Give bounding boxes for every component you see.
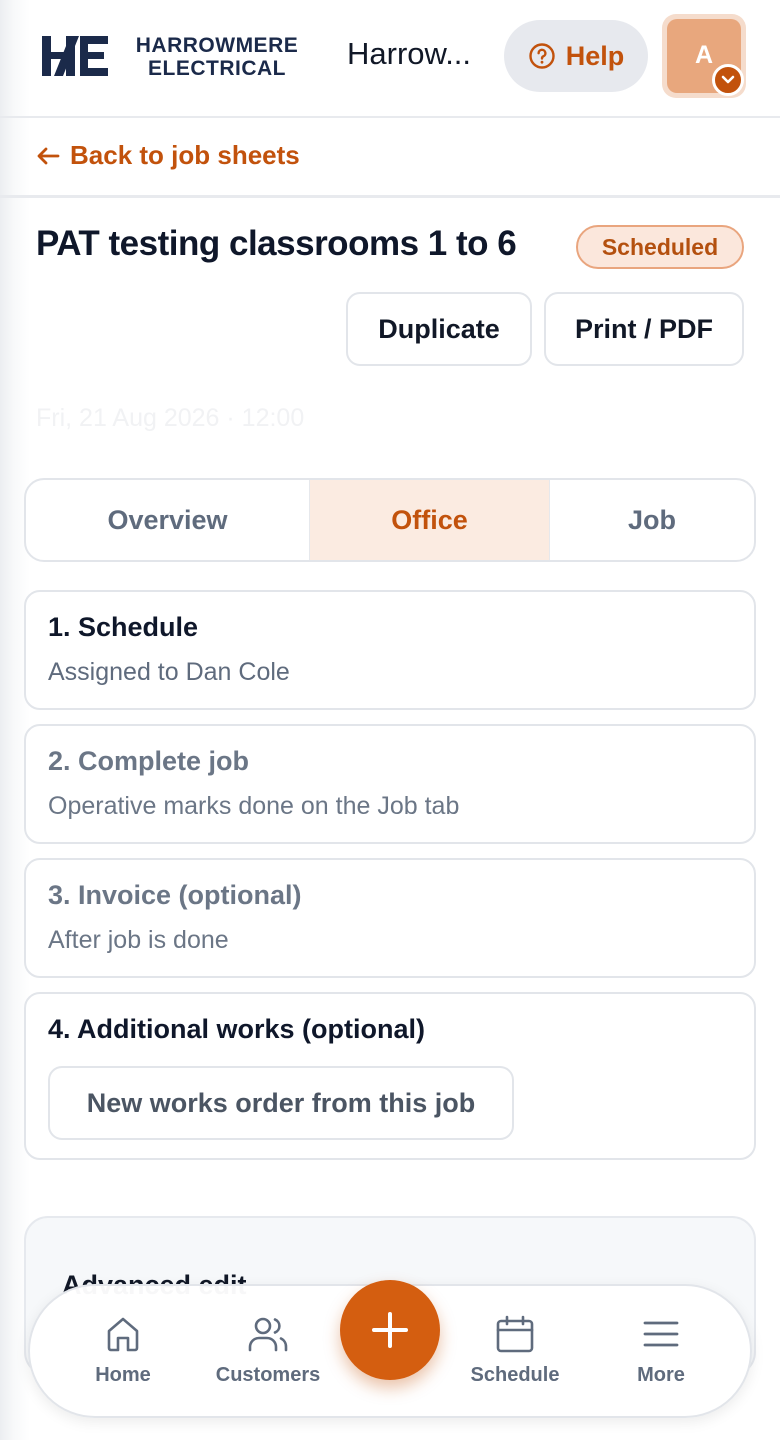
back-to-job-sheets-link[interactable]: Back to job sheets xyxy=(36,140,300,171)
nav-more[interactable]: More xyxy=(596,1314,726,1387)
help-label: Help xyxy=(565,40,625,71)
job-tabs: Overview Office Job xyxy=(24,478,756,562)
step-title: 4. Additional works (optional) xyxy=(48,1014,425,1044)
back-bar: Back to job sheets xyxy=(0,118,780,198)
nav-schedule[interactable]: Schedule xyxy=(450,1314,580,1387)
calendar-icon xyxy=(496,1315,534,1353)
tab-office[interactable]: Office xyxy=(310,480,550,560)
step-card-additional-works: 4. Additional works (optional) New works… xyxy=(24,992,756,1160)
logo-wordmark: HARROWMERE ELECTRICAL xyxy=(122,34,312,80)
logo-line-2: ELECTRICAL xyxy=(148,57,286,80)
step-subtitle: After job is done xyxy=(48,926,229,954)
app-header: HARROWMERE ELECTRICAL Harrow... Help A xyxy=(0,0,780,118)
step-card-complete-job[interactable]: 2. Complete job Operative marks done on … xyxy=(24,724,756,844)
chevron-down-icon xyxy=(712,64,744,96)
company-logo[interactable]: HARROWMERE ELECTRICAL xyxy=(40,32,310,80)
status-badge: Scheduled xyxy=(576,225,744,269)
step-subtitle: Operative marks done on the Job tab xyxy=(48,792,460,820)
step-subtitle: Assigned to Dan Cole xyxy=(48,658,290,686)
job-date: Fri, 21 Aug 2026 · 12:00 xyxy=(36,404,305,432)
new-works-order-button[interactable]: New works order from this job xyxy=(48,1066,514,1140)
company-name: Harrow... xyxy=(347,36,472,71)
duplicate-button[interactable]: Duplicate xyxy=(346,292,532,366)
nav-home-label: Home xyxy=(95,1364,151,1386)
step-card-schedule[interactable]: 1. Schedule Assigned to Dan Cole xyxy=(24,590,756,710)
account-menu-button[interactable]: A xyxy=(662,14,746,98)
arrow-left-icon xyxy=(37,147,60,164)
logo-mark-icon xyxy=(42,36,108,76)
add-fab-button[interactable] xyxy=(340,1280,440,1380)
back-label: Back to job sheets xyxy=(70,140,300,170)
nav-customers[interactable]: Customers xyxy=(203,1314,333,1387)
home-icon xyxy=(107,1317,139,1352)
users-icon xyxy=(248,1317,288,1352)
page: HARROWMERE ELECTRICAL Harrow... Help A B… xyxy=(0,0,780,1440)
question-circle-icon xyxy=(529,43,555,69)
nav-schedule-label: Schedule xyxy=(470,1364,560,1386)
print-pdf-button[interactable]: Print / PDF xyxy=(544,292,744,366)
step-title: 2. Complete job xyxy=(48,746,250,776)
tab-overview[interactable]: Overview xyxy=(26,480,310,560)
page-title: PAT testing classrooms 1 to 6 xyxy=(36,224,517,263)
logo-line-1: HARROWMERE xyxy=(135,34,299,57)
help-button[interactable]: Help xyxy=(504,20,648,92)
tab-job[interactable]: Job xyxy=(550,480,754,560)
step-card-invoice[interactable]: 3. Invoice (optional) After job is done xyxy=(24,858,756,978)
step-title: 1. Schedule xyxy=(48,612,199,642)
nav-home[interactable]: Home xyxy=(58,1314,188,1387)
step-title: 3. Invoice (optional) xyxy=(48,880,302,910)
nav-customers-label: Customers xyxy=(215,1364,321,1386)
nav-more-label: More xyxy=(637,1364,685,1386)
plus-icon xyxy=(372,1312,408,1348)
menu-icon xyxy=(643,1321,679,1347)
